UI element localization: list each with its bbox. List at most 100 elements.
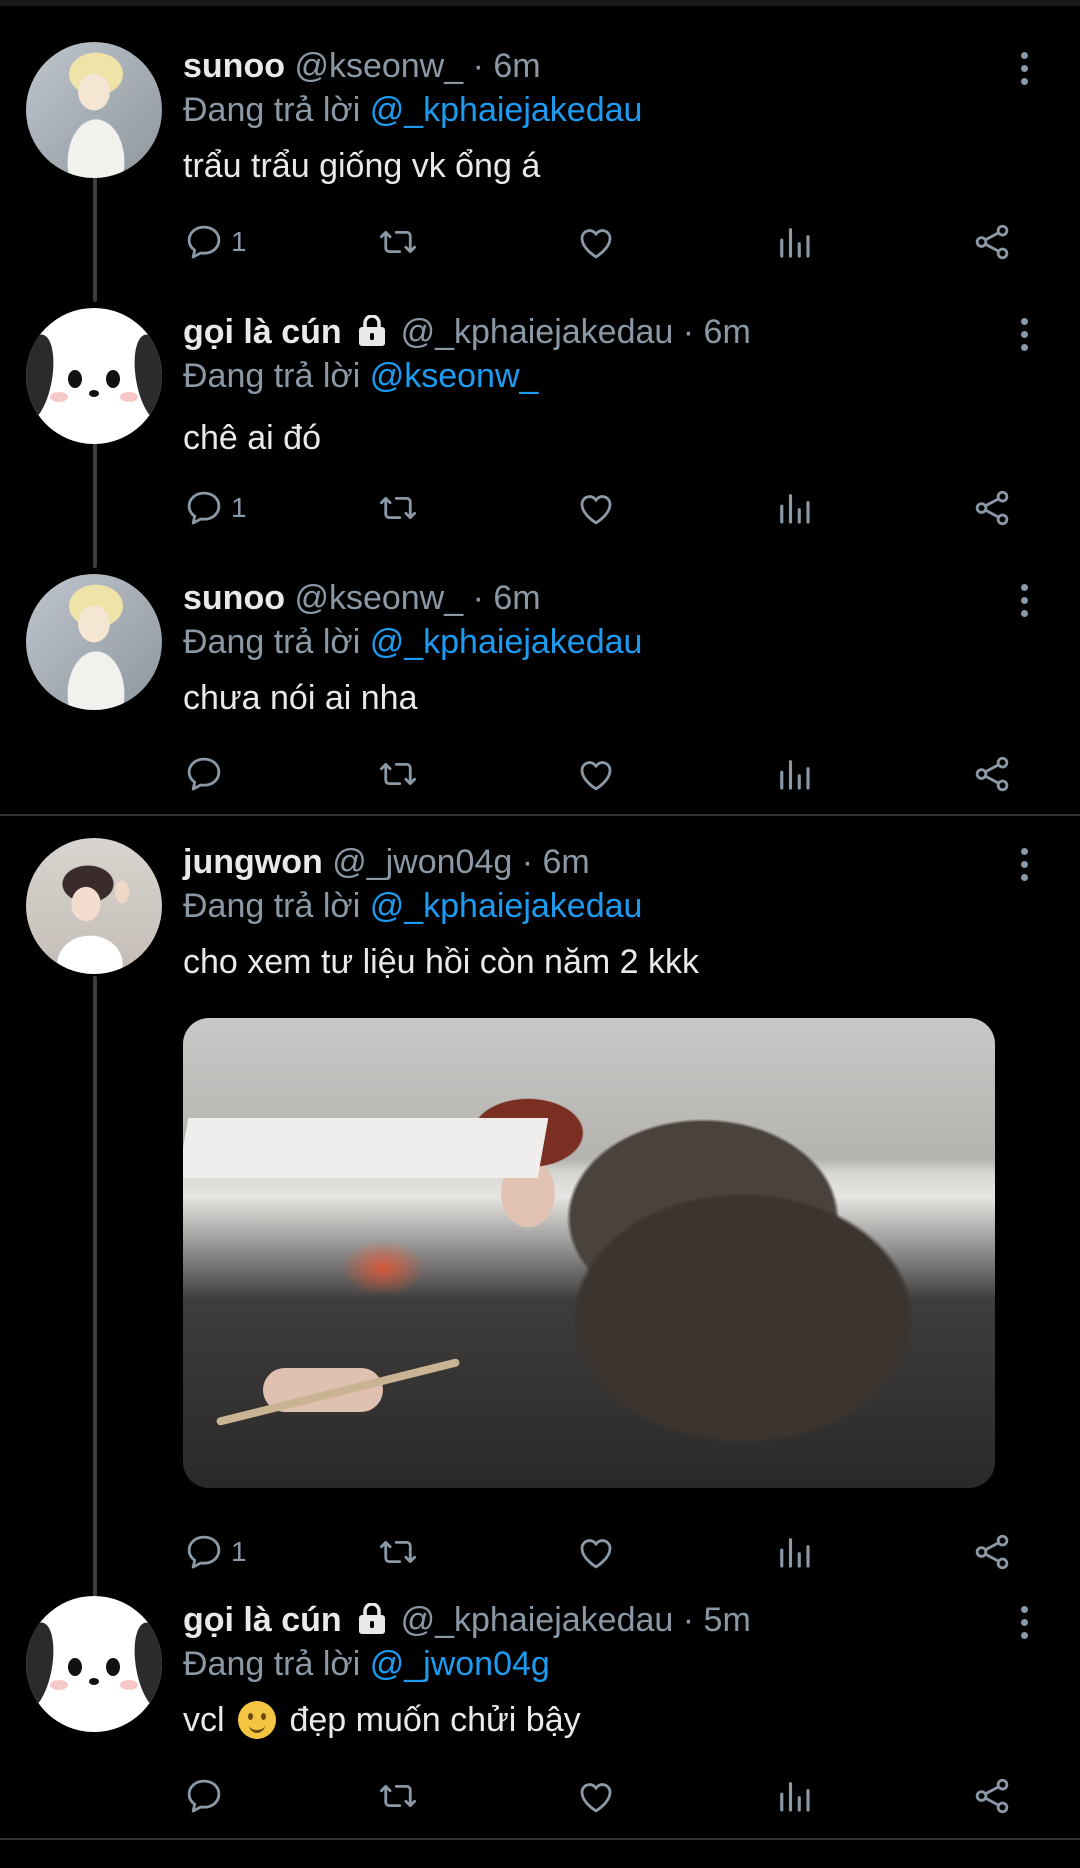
reply-count: 1: [231, 226, 247, 257]
more-vertical-icon[interactable]: [1014, 52, 1034, 92]
display-name[interactable]: gọi là cún: [183, 313, 342, 351]
mention-link[interactable]: @_jwon04g: [370, 1645, 550, 1683]
avatar[interactable]: [26, 308, 162, 444]
tweet[interactable]: sunoo @kseonw_ · 6m Đang trả lời @_kphai…: [0, 42, 1080, 272]
reply-count: 1: [231, 492, 247, 523]
retweet-button[interactable]: [377, 1774, 419, 1818]
reply-button[interactable]: 1: [183, 1530, 247, 1574]
tweet[interactable]: gọi là cún @_kphaiejakedau · 6m Đang trả…: [0, 308, 1080, 538]
retweet-button[interactable]: [377, 1530, 419, 1574]
share-button[interactable]: [971, 1530, 1013, 1574]
user-handle[interactable]: @kseonw_: [294, 47, 463, 85]
retweet-button[interactable]: [377, 486, 419, 530]
user-handle[interactable]: @_jwon04g: [332, 843, 512, 881]
top-border: [0, 0, 1080, 6]
replying-label: Đang trả lời: [183, 357, 361, 395]
stats-icon: [780, 494, 810, 524]
display-name[interactable]: sunoo: [183, 47, 285, 85]
mention-link[interactable]: @_kphaiejakedau: [370, 887, 643, 925]
timestamp[interactable]: 5m: [704, 1601, 751, 1639]
separator-dot: ·: [521, 843, 534, 881]
retweet-button[interactable]: [377, 752, 419, 796]
reply-button[interactable]: 1: [183, 486, 247, 530]
replying-label: Đang trả lời: [183, 91, 361, 129]
mention-link[interactable]: @kseonw_: [370, 357, 539, 395]
stats-icon: [780, 1782, 810, 1812]
replying-label: Đang trả lời: [183, 623, 361, 661]
share-icon: [975, 756, 1009, 792]
replying-label: Đang trả lời: [183, 887, 361, 925]
replying-to: Đang trả lời @_kphaiejakedau: [183, 90, 642, 130]
avatar[interactable]: [26, 574, 162, 710]
avatar[interactable]: [26, 1596, 162, 1732]
tweet-photo[interactable]: [183, 1018, 995, 1488]
action-bar: [183, 1774, 1023, 1818]
stats-button[interactable]: [773, 752, 815, 796]
heart-icon: [580, 229, 612, 259]
share-icon: [975, 1534, 1009, 1570]
action-bar: 1: [183, 1530, 1023, 1574]
mention-link[interactable]: @_kphaiejakedau: [370, 91, 643, 129]
display-name[interactable]: sunoo: [183, 579, 285, 617]
more-vertical-icon[interactable]: [1014, 1606, 1034, 1646]
timestamp[interactable]: 6m: [543, 843, 590, 881]
reply-icon: [187, 1535, 221, 1569]
reply-icon: [187, 757, 221, 791]
timestamp[interactable]: 6m: [493, 579, 540, 617]
stats-button[interactable]: [773, 1774, 815, 1818]
like-button[interactable]: [575, 752, 617, 796]
retweet-button[interactable]: [377, 220, 419, 264]
action-bar: 1: [183, 220, 1023, 264]
display-name[interactable]: jungwon: [183, 843, 323, 881]
tweet-text: vcl đẹp muốn chửi bậy: [183, 1700, 581, 1740]
user-handle[interactable]: @kseonw_: [294, 579, 463, 617]
share-button[interactable]: [971, 220, 1013, 264]
like-button[interactable]: [575, 220, 617, 264]
tweet-header: sunoo @kseonw_ · 6m: [183, 578, 541, 618]
action-bar: [183, 752, 1023, 796]
reply-button[interactable]: [183, 1774, 231, 1818]
reply-icon: [187, 1779, 221, 1813]
tweet-text-part: vcl: [183, 1701, 225, 1739]
share-button[interactable]: [971, 486, 1013, 530]
mention-link[interactable]: @_kphaiejakedau: [370, 623, 643, 661]
like-button[interactable]: [575, 1774, 617, 1818]
tweet[interactable]: sunoo @kseonw_ · 6m Đang trả lời @_kphai…: [0, 574, 1080, 804]
more-vertical-icon[interactable]: [1014, 318, 1034, 358]
reply-count: 1: [231, 1536, 247, 1567]
timestamp[interactable]: 6m: [704, 313, 751, 351]
more-vertical-icon[interactable]: [1014, 584, 1034, 624]
user-handle[interactable]: @_kphaiejakedau: [401, 313, 674, 351]
stats-button[interactable]: [773, 486, 815, 530]
share-button[interactable]: [971, 1774, 1013, 1818]
heart-icon: [580, 761, 612, 791]
heart-icon: [580, 495, 612, 525]
tweet-text: cho xem tư liệu hồi còn năm 2 kkk: [183, 943, 699, 981]
display-name[interactable]: gọi là cún: [183, 1601, 342, 1639]
like-button[interactable]: [575, 1530, 617, 1574]
like-button[interactable]: [575, 486, 617, 530]
stats-button[interactable]: [773, 220, 815, 264]
avatar[interactable]: [26, 42, 162, 178]
retweet-icon: [379, 1784, 417, 1808]
tweet-text: chưa nói ai nha: [183, 679, 418, 717]
share-button[interactable]: [971, 752, 1013, 796]
reply-button[interactable]: 1: [183, 220, 247, 264]
stats-icon: [780, 760, 810, 790]
thread-divider: [0, 1838, 1080, 1840]
tweet-text: trẩu trẩu giống vk ổng á: [183, 147, 541, 185]
more-vertical-icon[interactable]: [1014, 848, 1034, 888]
stats-button[interactable]: [773, 1530, 815, 1574]
tweet[interactable]: jungwon @_jwon04g · 6m Đang trả lời @_kp…: [0, 838, 1080, 1570]
reply-icon: [187, 491, 221, 525]
avatar[interactable]: [26, 838, 162, 974]
tweet-header: jungwon @_jwon04g · 6m: [183, 842, 590, 882]
timestamp[interactable]: 6m: [493, 47, 540, 85]
tweet[interactable]: gọi là cún @_kphaiejakedau · 5m Đang trả…: [0, 1596, 1080, 1826]
reply-button[interactable]: [183, 752, 231, 796]
lock-icon: [359, 315, 386, 346]
user-handle[interactable]: @_kphaiejakedau: [401, 1601, 674, 1639]
retweet-icon: [379, 496, 417, 520]
retweet-icon: [379, 762, 417, 786]
smile-emoji-icon: [238, 1701, 277, 1739]
